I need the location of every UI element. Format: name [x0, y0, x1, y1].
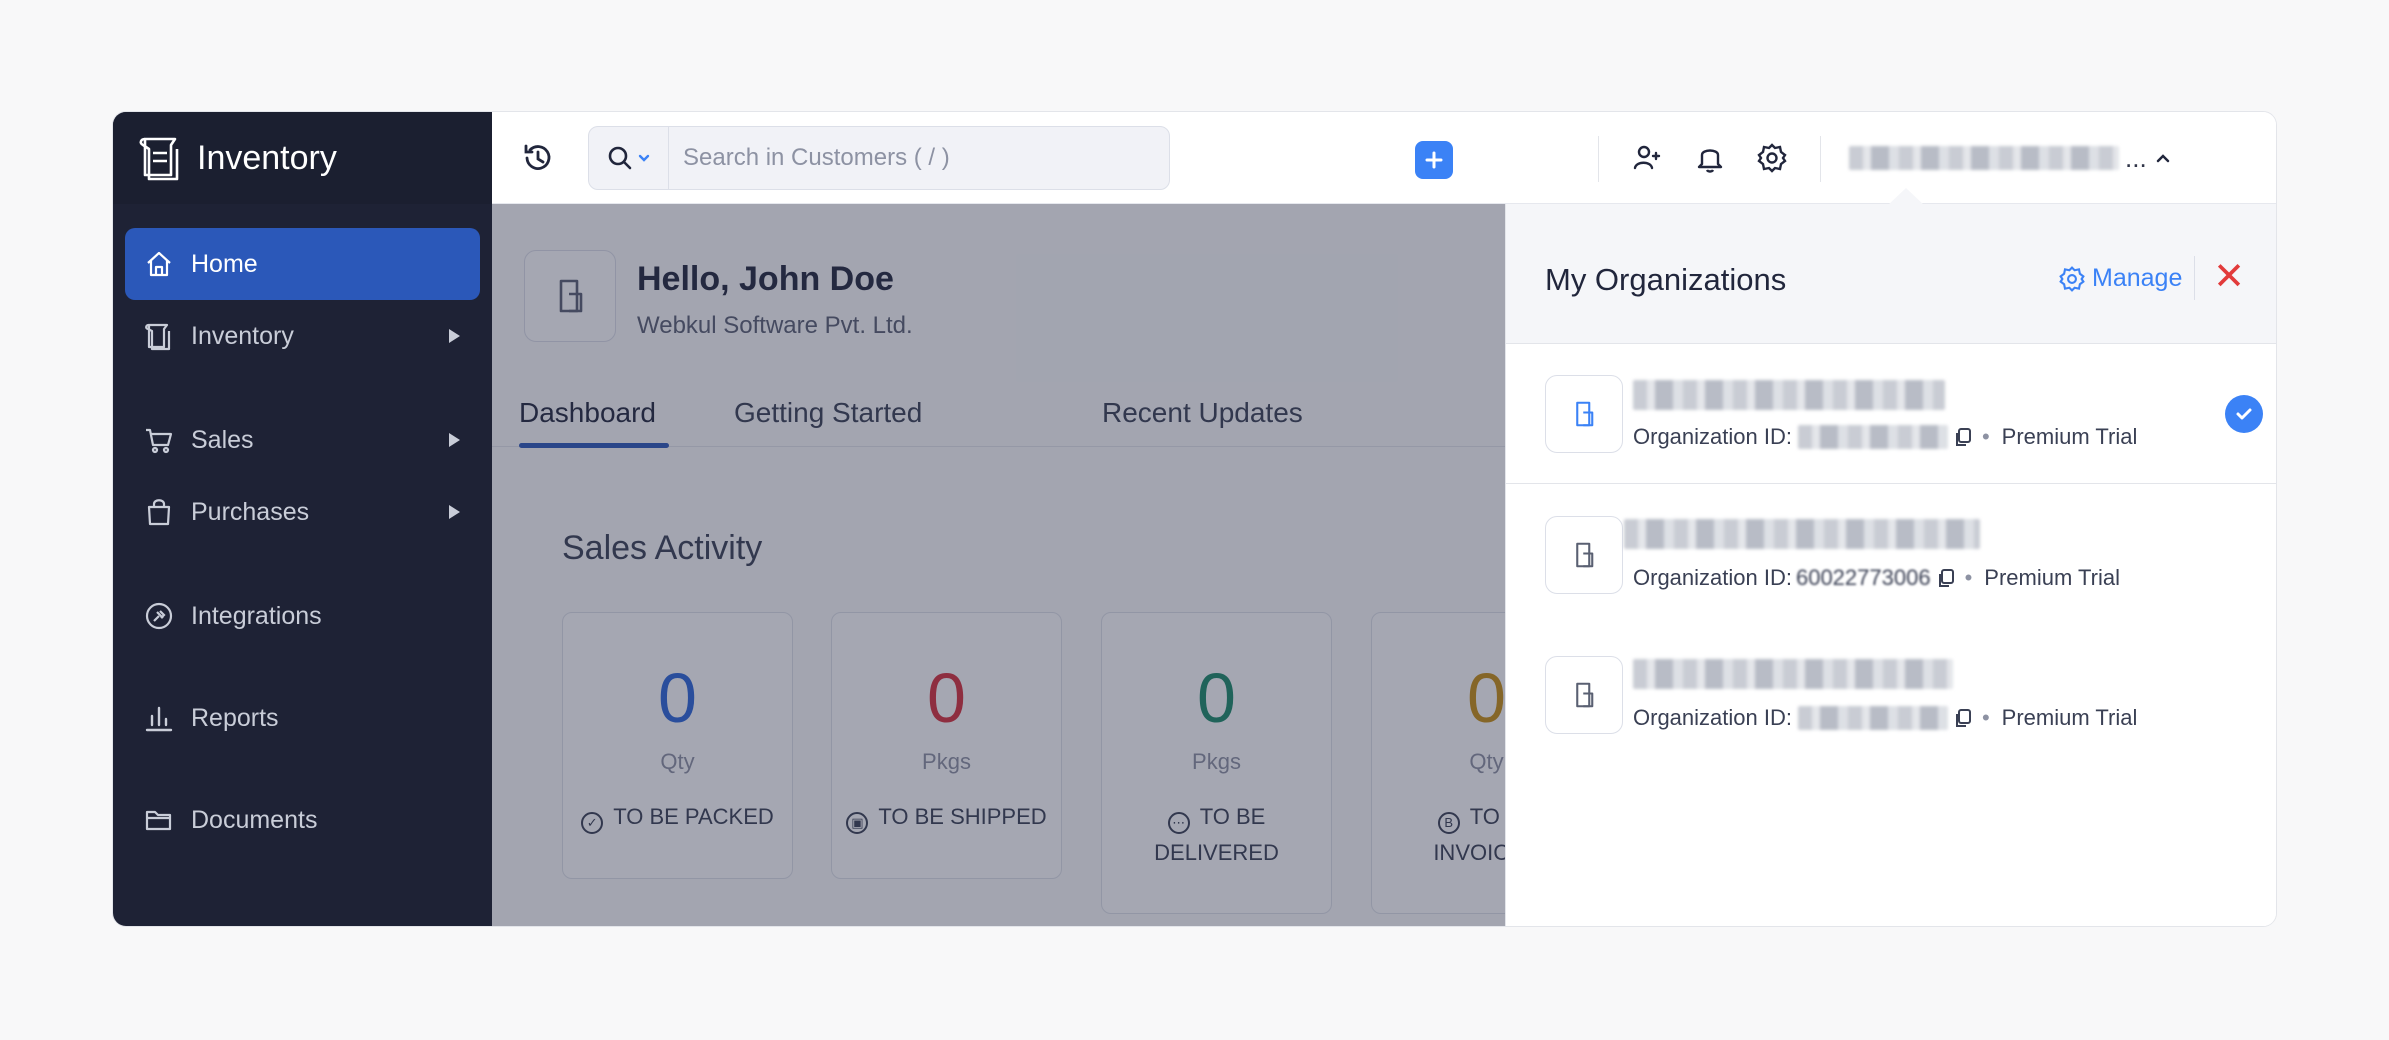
sidebar-item-purchases[interactable]: Purchases — [125, 476, 480, 548]
bag-icon — [147, 499, 171, 526]
search-scope-dropdown[interactable] — [589, 127, 669, 189]
org-name-redacted — [1849, 146, 2119, 170]
org-id-label: Organization ID: — [1633, 705, 1792, 730]
sidebar-item-inventory[interactable]: Inventory — [125, 300, 480, 372]
copy-icon[interactable] — [1954, 708, 1972, 728]
panel-title: My Organizations — [1545, 262, 1787, 297]
cart-icon — [146, 428, 173, 454]
sidebar-item-label: Sales — [191, 425, 254, 454]
org-meta: Organization ID: • Premium Trial — [1633, 705, 2138, 730]
search-icon — [608, 146, 631, 170]
org-name-redacted — [1633, 380, 1945, 410]
org-id-redacted — [1797, 706, 1948, 730]
copy-icon[interactable] — [1954, 427, 1972, 447]
chevron-up-icon — [2156, 154, 2169, 163]
organization-row[interactable]: Organization ID: • Premium Trial — [1506, 344, 2276, 484]
sidebar-item-label: Documents — [191, 805, 318, 834]
recent-history-icon[interactable] — [520, 140, 556, 176]
submenu-arrow-icon — [449, 505, 460, 519]
sidebar-item-reports[interactable]: Reports — [125, 682, 480, 754]
organizations-panel: My Organizations Manage ✕ Organization I… — [1505, 204, 2276, 926]
close-icon: ✕ — [2213, 256, 2245, 298]
gear-icon — [2059, 265, 2085, 292]
org-id-label: Organization ID: — [1633, 424, 1792, 449]
org-meta: Organization ID: • Premium Trial — [1633, 424, 2138, 449]
org-switch-ellipsis: ... — [2125, 142, 2147, 173]
inventory-icon — [145, 323, 171, 351]
inventory-logo-icon — [139, 137, 179, 181]
chevron-down-icon — [638, 154, 649, 162]
bell-icon[interactable] — [1692, 140, 1728, 176]
copy-icon[interactable] — [1937, 568, 1955, 588]
settings-gear-icon[interactable] — [1754, 140, 1790, 176]
sidebar: Inventory Home Inventory Sales Purchases — [113, 112, 492, 926]
organization-row[interactable]: Organization ID: • Premium Trial — [1506, 625, 2276, 765]
sidebar-item-label: Integrations — [191, 601, 322, 630]
plus-icon — [1425, 151, 1443, 169]
sidebar-item-integrations[interactable]: Integrations — [125, 580, 480, 652]
organization-icon — [1545, 656, 1623, 734]
submenu-arrow-icon — [449, 329, 460, 343]
org-id-label: Organization ID: — [1633, 565, 1792, 590]
organization-switcher[interactable]: ... — [1849, 140, 2174, 176]
org-id-value: 60022773006 — [1795, 565, 1931, 590]
quick-create-button[interactable] — [1415, 141, 1453, 179]
sidebar-item-label: Home — [191, 249, 258, 278]
top-bar: Search in Customers ( / ) ... — [492, 112, 2276, 204]
org-meta: Organization ID: 60022773006 • Premium T… — [1633, 565, 2120, 590]
org-name-redacted — [1633, 659, 1953, 689]
selected-check-icon — [2225, 395, 2263, 433]
modal-backdrop[interactable] — [492, 204, 1505, 926]
submenu-arrow-icon — [449, 433, 460, 447]
manage-organizations-button[interactable]: Manage — [2058, 264, 2182, 293]
integrations-icon — [145, 602, 173, 630]
manage-label: Manage — [2092, 264, 2183, 292]
organization-row[interactable]: Organization ID: 60022773006 • Premium T… — [1506, 485, 2276, 625]
org-id-redacted — [1797, 425, 1948, 449]
app-title: Inventory — [197, 138, 337, 177]
reports-icon — [145, 706, 173, 732]
panel-header: My Organizations Manage ✕ — [1506, 204, 2276, 344]
referral-icon[interactable] — [1629, 140, 1665, 176]
sidebar-item-sales[interactable]: Sales — [125, 404, 480, 476]
search-input[interactable]: Search in Customers ( / ) — [683, 144, 950, 172]
sidebar-item-label: Inventory — [191, 321, 294, 350]
org-plan: Premium Trial — [2001, 705, 2138, 730]
sidebar-item-label: Reports — [191, 703, 279, 732]
app-window: Inventory Home Inventory Sales Purchases — [112, 111, 2277, 927]
sidebar-nav: Home Inventory Sales Purchases Integrati… — [113, 204, 492, 856]
org-name-redacted — [1624, 519, 1980, 549]
dropdown-caret — [1888, 188, 1924, 205]
sidebar-item-label: Purchases — [191, 497, 310, 526]
organization-icon — [1545, 375, 1623, 453]
organization-icon — [1545, 516, 1623, 594]
home-icon — [147, 251, 171, 277]
org-plan: Premium Trial — [1984, 565, 2120, 590]
sidebar-item-home[interactable]: Home — [125, 228, 480, 300]
close-panel-button[interactable]: ✕ — [2211, 258, 2247, 296]
sidebar-item-documents[interactable]: Documents — [125, 784, 480, 856]
brand[interactable]: Inventory — [113, 112, 492, 204]
org-plan: Premium Trial — [2001, 424, 2138, 449]
search-bar[interactable]: Search in Customers ( / ) — [588, 126, 1170, 190]
folder-icon — [145, 810, 172, 831]
